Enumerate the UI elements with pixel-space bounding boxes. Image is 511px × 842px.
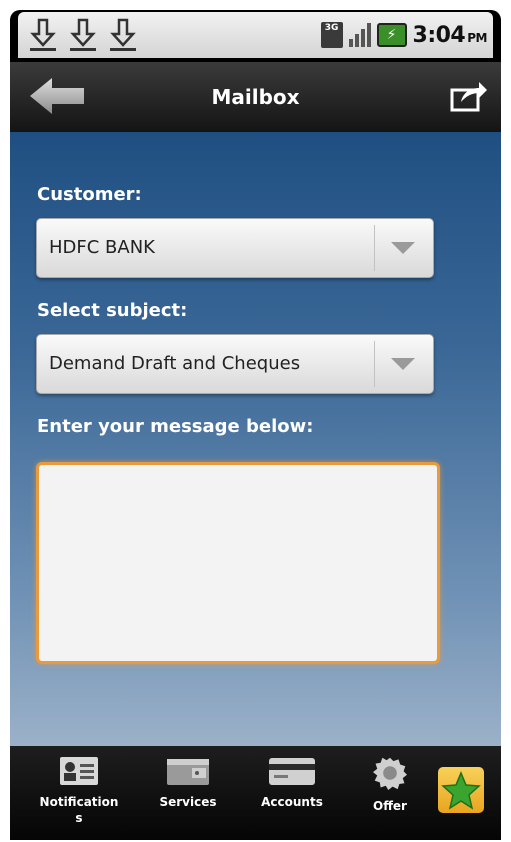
status-indicators: 3G ⚡ 3:04 PM [320,22,493,48]
nav-services[interactable]: Services [142,746,234,840]
download-icon [108,17,138,53]
bottom-nav: Notification s Services Accounts Offer [10,746,501,840]
download-icon [68,17,98,53]
network-3g-icon: 3G [320,22,343,48]
favorite-button[interactable] [438,767,484,813]
subject-select[interactable]: Demand Draft and Cheques [36,334,434,394]
status-clock: 3:04 PM [412,22,488,48]
page-title: Mailbox [211,85,300,109]
clock-time: 3:04 [412,22,466,48]
nav-accounts-label: Accounts [261,795,323,809]
customer-label: Customer: [37,184,142,205]
message-label: Enter your message below: [37,416,314,437]
signal-strength-icon [348,23,371,47]
select-divider [374,341,375,387]
share-icon[interactable] [449,78,489,114]
chevron-down-icon [391,242,415,254]
phone-screen: 3G ⚡ 3:04 PM Mailbox Customer: HDFC BANK… [10,10,501,840]
battery-icon: ⚡ [376,23,407,47]
wallet-icon [167,759,209,785]
nav-offers[interactable]: Offer [360,746,420,840]
mailbox-form: Customer: HDFC BANK Select subject: Dema… [10,132,501,746]
gear-icon [373,757,407,790]
chevron-down-icon [391,358,415,370]
title-bar: Mailbox [10,62,501,132]
subject-select-value: Demand Draft and Cheques [49,353,301,374]
select-divider [374,225,375,271]
nav-notifications-label: Notification s [39,795,119,825]
nav-services-label: Services [159,795,217,809]
nav-notifications[interactable]: Notification s [24,746,134,840]
message-textarea[interactable] [36,462,440,664]
star-icon [441,771,481,810]
status-bar: 3G ⚡ 3:04 PM [18,12,493,58]
nav-accounts[interactable]: Accounts [242,746,342,840]
download-icon [28,17,58,53]
subject-label: Select subject: [37,300,188,321]
customer-select-value: HDFC BANK [49,237,155,258]
contact-card-icon [60,757,98,785]
credit-card-icon [269,758,315,785]
nav-offers-label: Offer [373,799,407,813]
clock-ampm: PM [467,30,487,45]
customer-select[interactable]: HDFC BANK [36,218,434,278]
